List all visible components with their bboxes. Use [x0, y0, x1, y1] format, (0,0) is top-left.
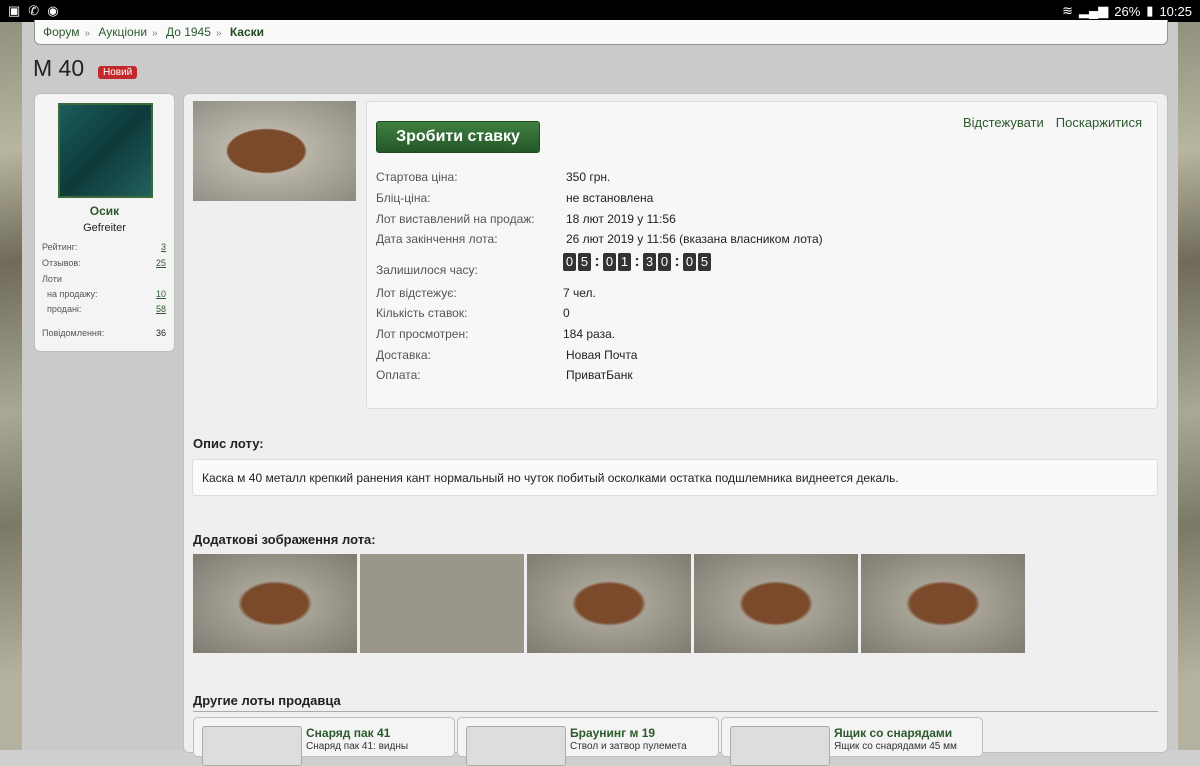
- timer-digit: 5: [578, 253, 591, 271]
- description-heading: Опис лоту:: [193, 436, 264, 451]
- breadcrumb-auctions[interactable]: Аукціони: [98, 25, 147, 39]
- timer-digit: 5: [698, 253, 711, 271]
- timer-digit: 0: [658, 253, 671, 271]
- main-lot-image[interactable]: [193, 101, 356, 201]
- info-label: Лот відстежує:: [376, 286, 457, 300]
- lot-desc: Снаряд пак 41: видны: [306, 741, 409, 752]
- signal-icon: ▂▄▆: [1079, 3, 1109, 18]
- battery-icon: ▮: [1146, 3, 1154, 18]
- battery-percent: 26%: [1114, 3, 1141, 19]
- timer-digit: 0: [683, 253, 696, 271]
- info-label: Доставка:: [376, 348, 431, 362]
- info-value: 7 чел.: [563, 286, 596, 300]
- lot-thumbnail[interactable]: [193, 554, 357, 653]
- info-label: Стартова ціна:: [376, 170, 458, 184]
- timer-digit: 3: [643, 253, 656, 271]
- info-value: 350 грн.: [566, 170, 611, 184]
- info-label: Оплата:: [376, 368, 421, 382]
- wifi-icon: ≋: [1062, 3, 1074, 18]
- countdown-timer: 05: 01: 30: 05: [563, 253, 711, 271]
- lot-info: Зробити ставку Відстежувати Поскаржитися …: [366, 101, 1158, 409]
- avatar[interactable]: [58, 103, 153, 198]
- username[interactable]: Осик: [35, 204, 174, 218]
- lot-desc: Ящик со снарядами 45 мм: [834, 741, 957, 752]
- lot-title[interactable]: Снаряд пак 41: [306, 726, 390, 740]
- user-card: Осик Gefreiter Рейтинг: 3 Отзывов: 25 Лоти…: [34, 93, 175, 352]
- breadcrumb-forum[interactable]: Форум: [43, 25, 79, 39]
- info-value: 0: [563, 306, 570, 320]
- gallery-icon: ▣: [8, 3, 21, 18]
- stat-messages: Повідомлення: 36: [42, 328, 166, 338]
- missed-call-icon: ✆: [28, 3, 40, 18]
- lot-thumbnail[interactable]: [202, 726, 302, 766]
- breadcrumb-helmets[interactable]: Каски: [230, 25, 264, 39]
- lot-thumbnail[interactable]: [730, 726, 830, 766]
- other-lot-card[interactable]: Ящик со снарядами Ящик со снарядами 45 мм: [721, 717, 983, 766]
- stat-sold: продані: 58: [47, 304, 166, 314]
- lot-desc: Ствол и затвор пулемета: [570, 741, 687, 752]
- background-right: [1178, 0, 1200, 750]
- clock: 10:25: [1159, 3, 1192, 19]
- info-value: не встановлена: [566, 191, 654, 205]
- page-title: М 40: [33, 55, 85, 81]
- breadcrumb: Форум» Аукціони» До 1945» Каски: [34, 20, 1168, 45]
- stat-reviews: Отзывов: 25: [42, 258, 166, 268]
- info-value: ПриватБанк: [566, 368, 633, 382]
- info-value: Новая Почта: [566, 348, 638, 362]
- stat-rating: Рейтинг: 3: [42, 242, 166, 252]
- info-label: Бліц-ціна:: [376, 191, 431, 205]
- other-lot-card[interactable]: Снаряд пак 41 Снаряд пак 41: видны: [193, 717, 455, 766]
- info-label: Лот просмотрен:: [376, 327, 469, 341]
- images-heading: Додаткові зображення лота:: [193, 532, 376, 547]
- other-lot-card[interactable]: Браунинг м 19 Ствол и затвор пулемета: [457, 717, 719, 766]
- lot-thumbnail[interactable]: [527, 554, 691, 653]
- lot-thumbnail[interactable]: [360, 554, 524, 653]
- lot-title[interactable]: Браунинг м 19: [570, 726, 655, 740]
- background-left: [0, 0, 22, 750]
- image-gallery: [193, 554, 1025, 653]
- info-label: Лот виставлений на продаж:: [376, 212, 535, 226]
- lot-thumbnail[interactable]: [694, 554, 858, 653]
- info-value: 184 раза.: [563, 327, 616, 341]
- description-text: Каска м 40 металл крепкий ранения кант н…: [192, 459, 1158, 496]
- info-label: Залишилося часу:: [376, 263, 478, 277]
- timer-digit: 0: [603, 253, 616, 271]
- status-bar: ▣ ✆ ◉ ≋ ▂▄▆ 26% ▮ 10:25: [0, 0, 1200, 22]
- stat-for-sale: на продажу: 10: [47, 289, 166, 299]
- info-value: 26 лют 2019 у 11:56 (вказана власником л…: [566, 232, 823, 246]
- breadcrumb-before-1945[interactable]: До 1945: [166, 25, 211, 39]
- timer-digit: 1: [618, 253, 631, 271]
- lot-thumbnail[interactable]: [466, 726, 566, 766]
- report-link[interactable]: Поскаржитися: [1056, 115, 1142, 130]
- new-badge: Новий: [98, 66, 138, 79]
- user-rank: Gefreiter: [83, 222, 126, 234]
- lot-thumbnail[interactable]: [861, 554, 1025, 653]
- info-label: Дата закінчення лота:: [376, 232, 498, 246]
- divider: [193, 711, 1158, 712]
- watch-link[interactable]: Відстежувати: [963, 115, 1044, 130]
- shazam-icon: ◉: [47, 3, 59, 18]
- lot-title[interactable]: Ящик со снарядами: [834, 726, 952, 740]
- place-bid-button[interactable]: Зробити ставку: [376, 121, 540, 153]
- other-lots-heading: Другие лоты продавца: [193, 693, 341, 708]
- stat-lots: Лоти: [42, 274, 62, 284]
- info-value: 18 лют 2019 у 11:56: [566, 212, 676, 226]
- timer-digit: 0: [563, 253, 576, 271]
- info-label: Кількість ставок:: [376, 306, 468, 320]
